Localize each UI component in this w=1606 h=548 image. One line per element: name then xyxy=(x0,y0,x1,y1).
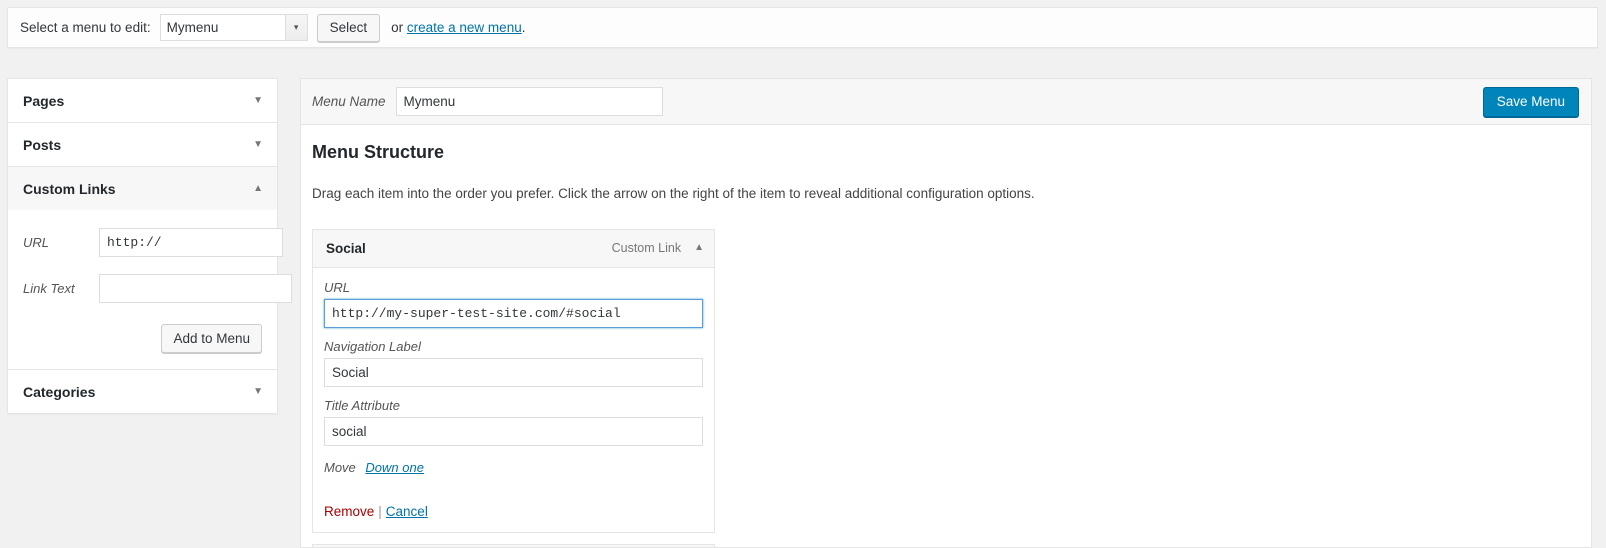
move-down-one-link[interactable]: Down one xyxy=(365,460,424,475)
menu-name-bar: Menu Name Save Menu xyxy=(301,79,1591,125)
save-menu-button[interactable]: Save Menu xyxy=(1482,86,1579,117)
accordion-panel-custom-links: Custom Links ▲ URL Link Text Add to Menu xyxy=(8,167,292,370)
accordion: Pages ▼ Posts ▼ Custom Links ▲ URL Lin xyxy=(7,78,292,414)
panel-title-pages: Pages xyxy=(23,92,65,109)
custom-link-url-label: URL xyxy=(23,235,50,250)
menu-select-dropdown[interactable]: Mymenu ▾ xyxy=(159,14,308,41)
sidebar-item-pages[interactable]: Pages ▼ xyxy=(8,79,277,122)
accordion-panel-categories: Categories ▼ xyxy=(8,370,277,414)
menu-item-next[interactable] xyxy=(312,543,715,547)
menu-item-move-row: Move Down one xyxy=(324,460,703,475)
menu-items-list: Social Custom Link ▲ URL Navigation Labe… xyxy=(312,228,1579,547)
menu-selector-bar: Select a menu to edit: Mymenu ▾ Select o… xyxy=(7,7,1598,48)
select-button[interactable]: Select xyxy=(316,13,381,42)
menu-name-input[interactable] xyxy=(395,87,663,116)
custom-link-text-row: Link Text xyxy=(23,274,292,303)
menu-item-nav-label-group: Navigation Label xyxy=(324,339,703,387)
custom-link-text-input[interactable] xyxy=(99,274,292,303)
menu-structure-section: Menu Structure Drag each item into the o… xyxy=(301,125,1591,547)
or-label: or xyxy=(391,20,404,35)
menu-item-title: Social xyxy=(326,240,366,256)
action-separator: | xyxy=(378,503,382,519)
menu-name-label: Menu Name xyxy=(312,94,386,109)
add-menu-items-sidebar: Pages ▼ Posts ▼ Custom Links ▲ URL Lin xyxy=(7,78,292,414)
period-text: . xyxy=(521,20,526,35)
menu-item-url-label: URL xyxy=(324,279,351,295)
menu-item-url-input[interactable] xyxy=(324,298,703,328)
sidebar-item-posts[interactable]: Posts ▼ xyxy=(8,123,277,166)
custom-link-url-input[interactable] xyxy=(99,228,283,257)
menu-editor-panel: Menu Name Save Menu Menu Structure Drag … xyxy=(300,78,1592,548)
add-to-menu-row: Add to Menu xyxy=(23,324,262,353)
chevron-down-icon[interactable]: ▼ xyxy=(253,95,263,106)
chevron-down-icon: ▾ xyxy=(284,15,307,40)
menu-item-header[interactable]: Social Custom Link ▲ xyxy=(313,229,714,268)
menu-item-type: Custom Link xyxy=(611,241,682,256)
sidebar-item-custom-links[interactable]: Custom Links ▲ xyxy=(8,167,277,210)
create-new-menu-link[interactable]: create a new menu xyxy=(407,20,522,35)
menu-item-url-group: URL xyxy=(324,280,703,328)
chevron-up-icon[interactable]: ▲ xyxy=(253,183,263,194)
menu-select-value: Mymenu xyxy=(166,20,219,35)
chevron-up-icon[interactable]: ▲ xyxy=(694,243,704,253)
remove-menu-item-link[interactable]: Remove xyxy=(324,504,374,519)
or-text: or create a new menu. xyxy=(391,20,525,35)
move-label: Move xyxy=(324,459,356,475)
panel-title-categories: Categories xyxy=(23,383,96,400)
accordion-panel-pages: Pages ▼ xyxy=(8,79,277,123)
menu-item-action-row: Remove | Cancel xyxy=(324,504,703,519)
custom-links-form: URL Link Text Add to Menu xyxy=(8,210,292,369)
structure-description: Drag each item into the order you prefer… xyxy=(312,186,1035,202)
menu-item-nav-label-input[interactable] xyxy=(324,357,703,387)
accordion-panel-posts: Posts ▼ xyxy=(8,123,277,167)
custom-link-url-row: URL xyxy=(23,228,283,257)
add-to-menu-button[interactable]: Add to Menu xyxy=(161,324,262,353)
chevron-down-icon[interactable]: ▼ xyxy=(253,139,263,150)
chevron-down-icon[interactable]: ▼ xyxy=(253,386,263,397)
menu-item-social[interactable]: Social Custom Link ▲ URL Navigation Labe… xyxy=(312,228,715,533)
select-menu-label: Select a menu to edit: xyxy=(20,20,151,35)
custom-link-text-label: Link Text xyxy=(23,281,75,296)
sidebar-item-categories[interactable]: Categories ▼ xyxy=(8,370,277,413)
menu-item-title-attr-group: Title Attribute xyxy=(324,398,703,446)
page-title: Menu Structure xyxy=(312,142,445,162)
cancel-link[interactable]: Cancel xyxy=(386,504,428,519)
panel-title-custom-links: Custom Links xyxy=(23,180,116,197)
menu-item-settings: URL Navigation Label Title Attribute Mov… xyxy=(313,268,714,532)
menu-item-header[interactable] xyxy=(313,544,714,547)
menu-item-nav-label-label: Navigation Label xyxy=(324,338,421,354)
menu-item-title-attr-label: Title Attribute xyxy=(324,397,400,413)
panel-title-posts: Posts xyxy=(23,136,62,153)
menu-item-title-attr-input[interactable] xyxy=(324,416,703,446)
